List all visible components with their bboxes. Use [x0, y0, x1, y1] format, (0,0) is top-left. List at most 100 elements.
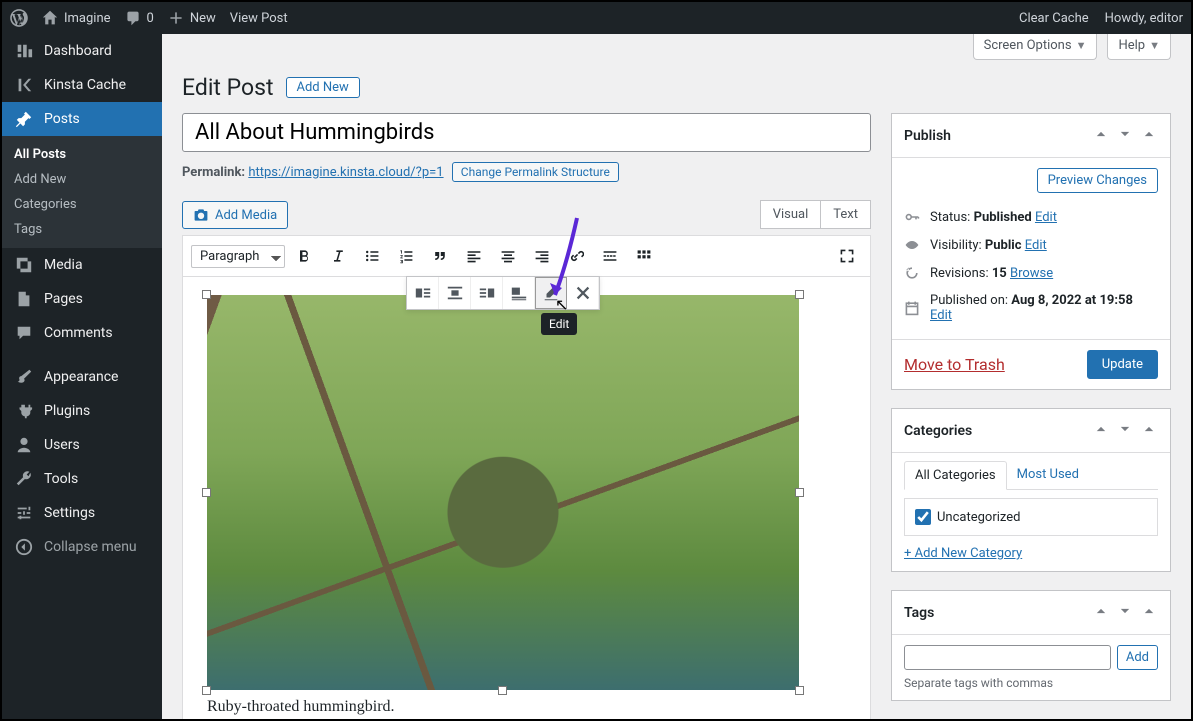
tooltip-edit: Edit	[541, 313, 577, 335]
toggle-icon[interactable]	[1140, 124, 1158, 147]
menu-posts[interactable]: Posts	[2, 102, 162, 136]
comments-icon	[14, 324, 34, 342]
eye-icon	[904, 237, 922, 253]
comment-icon	[125, 10, 141, 26]
inserted-image[interactable]: Edit ↖	[207, 295, 799, 690]
hummingbird-image	[207, 295, 799, 690]
browse-revisions[interactable]: Browse	[1010, 266, 1053, 281]
menu-media[interactable]: Media	[2, 248, 162, 282]
site-name[interactable]: Imagine	[42, 10, 111, 26]
move-up-icon[interactable]	[1092, 601, 1110, 624]
move-up-icon[interactable]	[1092, 124, 1110, 147]
category-uncategorized[interactable]: Uncategorized	[915, 509, 1147, 525]
add-new-category[interactable]: + Add New Category	[904, 546, 1022, 561]
resize-handle[interactable]	[795, 686, 804, 695]
publish-box: Publish Preview Changes Status: P	[891, 113, 1171, 390]
tab-most-used[interactable]: Most Used	[1007, 461, 1089, 489]
submenu-add-new[interactable]: Add New	[2, 167, 162, 192]
screen-options-button[interactable]: Screen Options▼	[973, 34, 1098, 60]
collapse-menu[interactable]: Collapse menu	[2, 530, 162, 564]
move-down-icon[interactable]	[1116, 124, 1134, 147]
move-down-icon[interactable]	[1116, 601, 1134, 624]
resize-handle[interactable]	[795, 488, 804, 497]
editor-canvas[interactable]: Edit ↖ Ruby-throated hummingbird.	[182, 277, 871, 719]
menu-comments[interactable]: Comments	[2, 316, 162, 350]
admin-sidebar: Dashboard Kinsta Cache Posts All Posts A…	[2, 34, 162, 719]
add-tag-button[interactable]: Add	[1117, 645, 1158, 670]
number-list-button[interactable]	[391, 242, 421, 270]
categories-box: Categories All Categories Most Used	[891, 408, 1171, 572]
permalink-link[interactable]: https://imagine.kinsta.cloud/?p=1	[248, 165, 443, 180]
tab-text[interactable]: Text	[821, 200, 871, 229]
quote-button[interactable]	[425, 242, 455, 270]
edit-visibility[interactable]: Edit	[1025, 238, 1047, 253]
resize-handle[interactable]	[202, 290, 211, 299]
tags-input[interactable]	[904, 645, 1111, 670]
move-to-trash[interactable]: Move to Trash	[904, 355, 1005, 374]
tab-visual[interactable]: Visual	[760, 200, 822, 229]
add-media-button[interactable]: Add Media	[182, 201, 288, 229]
change-permalink-button[interactable]: Change Permalink Structure	[452, 162, 619, 182]
wp-logo[interactable]	[10, 9, 28, 27]
resize-handle[interactable]	[202, 686, 211, 695]
preview-changes-button[interactable]: Preview Changes	[1037, 168, 1158, 193]
view-post[interactable]: View Post	[230, 11, 288, 26]
toggle-icon[interactable]	[1140, 419, 1158, 442]
toolbar-toggle-button[interactable]	[629, 242, 659, 270]
menu-settings[interactable]: Settings	[2, 496, 162, 530]
italic-button[interactable]	[323, 242, 353, 270]
pin-icon	[14, 110, 34, 128]
tab-all-categories[interactable]: All Categories	[904, 461, 1007, 490]
edit-status[interactable]: Edit	[1035, 210, 1057, 225]
align-none-image[interactable]	[503, 277, 535, 309]
brush-icon	[14, 368, 34, 386]
submenu-all-posts[interactable]: All Posts	[2, 142, 162, 167]
fullscreen-button[interactable]	[832, 242, 862, 270]
bold-button[interactable]	[289, 242, 319, 270]
new-content[interactable]: New	[168, 10, 216, 26]
menu-kinsta[interactable]: Kinsta Cache	[2, 68, 162, 102]
submenu-categories[interactable]: Categories	[2, 192, 162, 217]
edit-date[interactable]: Edit	[930, 308, 952, 323]
howdy[interactable]: Howdy, editor	[1105, 11, 1183, 26]
home-icon	[42, 10, 58, 26]
align-center-button[interactable]	[493, 242, 523, 270]
menu-users[interactable]: Users	[2, 428, 162, 462]
page-icon	[14, 290, 34, 308]
image-caption[interactable]: Ruby-throated hummingbird.	[207, 698, 846, 716]
add-new-button[interactable]: Add New	[286, 77, 360, 98]
menu-plugins[interactable]: Plugins	[2, 394, 162, 428]
update-button[interactable]: Update	[1087, 350, 1158, 379]
permalink-row: Permalink: https://imagine.kinsta.cloud/…	[182, 162, 871, 182]
tags-box: Tags Add Separat	[891, 590, 1171, 701]
menu-appearance[interactable]: Appearance	[2, 360, 162, 394]
align-right-image[interactable]	[471, 277, 503, 309]
move-up-icon[interactable]	[1092, 419, 1110, 442]
menu-dashboard[interactable]: Dashboard	[2, 34, 162, 68]
submenu-tags[interactable]: Tags	[2, 217, 162, 242]
dashboard-icon	[14, 42, 34, 60]
resize-handle[interactable]	[202, 488, 211, 497]
camera-icon	[193, 207, 209, 223]
comments-link[interactable]: 0	[125, 10, 154, 26]
help-button[interactable]: Help▼	[1107, 34, 1171, 60]
clear-cache[interactable]: Clear Cache	[1019, 11, 1089, 26]
key-icon	[904, 209, 922, 225]
readmore-button[interactable]	[595, 242, 625, 270]
align-left-image[interactable]	[407, 277, 439, 309]
plug-icon	[14, 402, 34, 420]
resize-handle[interactable]	[795, 290, 804, 299]
format-select[interactable]: Paragraph	[191, 245, 285, 268]
bullet-list-button[interactable]	[357, 242, 387, 270]
menu-tools[interactable]: Tools	[2, 462, 162, 496]
post-title-input[interactable]	[182, 113, 871, 152]
menu-pages[interactable]: Pages	[2, 282, 162, 316]
move-down-icon[interactable]	[1116, 419, 1134, 442]
resize-handle[interactable]	[498, 686, 507, 695]
tags-title: Tags	[904, 605, 934, 621]
category-checkbox[interactable]	[915, 509, 931, 525]
align-center-image[interactable]	[439, 277, 471, 309]
page-title: Edit Post	[182, 74, 274, 101]
toggle-icon[interactable]	[1140, 601, 1158, 624]
align-left-button[interactable]	[459, 242, 489, 270]
